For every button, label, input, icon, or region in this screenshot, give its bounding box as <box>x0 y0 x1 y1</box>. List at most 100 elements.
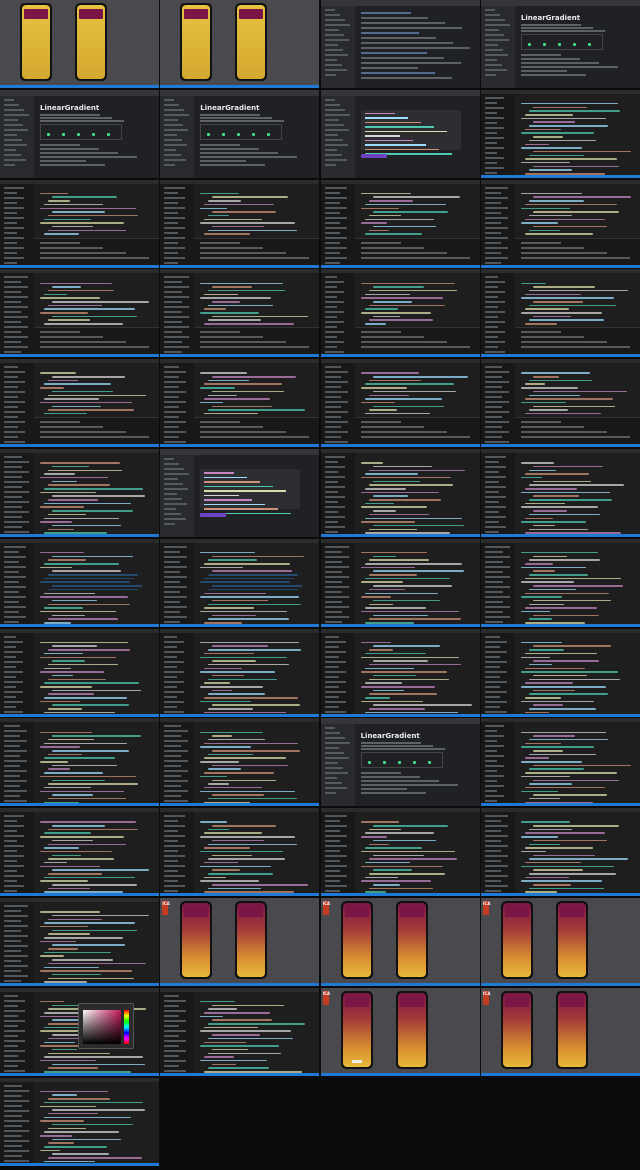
docs-nav-item[interactable] <box>484 64 502 66</box>
explorer-item[interactable] <box>164 560 181 563</box>
docs-nav-item[interactable] <box>164 473 190 475</box>
explorer-item[interactable] <box>4 670 23 673</box>
explorer-item[interactable] <box>164 251 179 254</box>
explorer-item[interactable] <box>4 860 17 863</box>
explorer-item[interactable] <box>484 201 501 204</box>
explorer-item[interactable] <box>484 526 506 528</box>
explorer-item[interactable] <box>324 496 345 498</box>
explorer-item[interactable] <box>4 226 24 229</box>
docs-nav-item[interactable] <box>324 64 342 66</box>
explorer-item[interactable] <box>484 785 504 788</box>
explorer-item[interactable] <box>324 650 346 653</box>
docs-nav-item[interactable] <box>324 113 350 116</box>
explorer-item[interactable] <box>324 545 349 548</box>
explorer-item[interactable] <box>4 311 21 314</box>
explorer-item[interactable] <box>164 635 178 638</box>
terminal-panel[interactable] <box>194 237 320 265</box>
explorer-item[interactable] <box>484 875 508 878</box>
explorer-item[interactable] <box>4 216 24 219</box>
explorer-item[interactable] <box>4 850 17 853</box>
explorer-item[interactable] <box>484 331 505 334</box>
docs-nav-item[interactable] <box>164 498 183 500</box>
docs-nav-item[interactable] <box>164 513 182 515</box>
explorer-item[interactable] <box>484 306 498 309</box>
explorer-item[interactable] <box>324 441 348 444</box>
explorer-item[interactable] <box>484 820 501 823</box>
explorer-item[interactable] <box>324 391 348 394</box>
explorer-item[interactable] <box>324 665 339 668</box>
explorer-item[interactable] <box>324 600 342 603</box>
explorer-item[interactable] <box>164 605 188 608</box>
docs-nav-item[interactable] <box>164 143 188 146</box>
explorer-item[interactable] <box>164 570 181 573</box>
explorer-item[interactable] <box>164 226 186 229</box>
explorer-item[interactable] <box>484 865 508 868</box>
color-picker[interactable] <box>78 1002 134 1049</box>
explorer-item[interactable] <box>324 341 344 344</box>
explorer-item[interactable] <box>164 885 186 888</box>
explorer-item[interactable] <box>164 391 187 394</box>
docs-nav-item[interactable] <box>4 148 16 151</box>
explorer-item[interactable] <box>164 1044 180 1047</box>
explorer-item[interactable] <box>324 331 344 334</box>
explorer-item[interactable] <box>484 750 497 753</box>
explorer-item[interactable] <box>164 406 180 409</box>
search-result-line[interactable] <box>360 77 452 79</box>
explorer-item[interactable] <box>484 321 505 324</box>
explorer-item[interactable] <box>324 471 338 473</box>
docs-nav-item[interactable] <box>324 772 348 775</box>
search-result-line[interactable] <box>360 17 428 19</box>
explorer-item[interactable] <box>4 565 26 568</box>
explorer-item[interactable] <box>4 426 18 429</box>
explorer-item[interactable] <box>4 376 18 379</box>
explorer-item[interactable] <box>4 875 24 878</box>
docs-nav-item[interactable] <box>324 34 344 36</box>
explorer-item[interactable] <box>4 331 21 334</box>
explorer-item[interactable] <box>4 770 27 773</box>
explorer-item[interactable] <box>324 291 344 294</box>
explorer-item[interactable] <box>164 301 183 304</box>
explorer-item[interactable] <box>484 570 503 573</box>
explorer-item[interactable] <box>4 1064 18 1067</box>
explorer-item[interactable] <box>4 526 22 528</box>
explorer-item[interactable] <box>164 1009 187 1012</box>
explorer-item[interactable] <box>4 775 20 778</box>
explorer-item[interactable] <box>4 1099 29 1102</box>
explorer-item[interactable] <box>484 281 505 284</box>
explorer-item[interactable] <box>484 765 504 768</box>
docs-nav-item[interactable] <box>4 133 17 136</box>
explorer-item[interactable] <box>4 431 25 434</box>
code-editor[interactable] <box>34 632 159 717</box>
docs-nav-item[interactable] <box>324 732 340 735</box>
explorer-item[interactable] <box>484 690 507 693</box>
explorer-item[interactable] <box>4 575 26 578</box>
explorer-item[interactable] <box>4 241 17 244</box>
explorer-item[interactable] <box>484 166 504 169</box>
docs-nav-item[interactable] <box>164 118 179 121</box>
explorer-item[interactable] <box>484 156 504 159</box>
explorer-item[interactable] <box>484 476 506 478</box>
explorer-item[interactable] <box>4 211 17 214</box>
explorer-item[interactable] <box>484 256 508 259</box>
explorer-item[interactable] <box>4 950 21 952</box>
docs-nav-item[interactable] <box>484 34 504 36</box>
explorer-item[interactable] <box>484 531 499 533</box>
explorer-item[interactable] <box>164 845 186 848</box>
explorer-item[interactable] <box>164 376 180 379</box>
explorer-item[interactable] <box>324 840 340 843</box>
docs-nav-item[interactable] <box>324 762 338 765</box>
docs-nav-item[interactable] <box>324 69 347 71</box>
code-editor[interactable] <box>514 93 640 178</box>
docs-nav-item[interactable] <box>4 123 23 126</box>
docs-nav-item[interactable] <box>324 742 350 745</box>
explorer-item[interactable] <box>324 555 349 558</box>
explorer-item[interactable] <box>484 560 503 563</box>
explorer-item[interactable] <box>4 316 28 319</box>
explorer-item[interactable] <box>164 1034 180 1037</box>
explorer-item[interactable] <box>4 610 19 613</box>
explorer-item[interactable] <box>484 206 508 209</box>
explorer-item[interactable] <box>4 1049 25 1052</box>
explorer-item[interactable] <box>324 640 346 643</box>
explorer-item[interactable] <box>164 675 178 678</box>
docs-nav-item[interactable] <box>324 777 337 780</box>
